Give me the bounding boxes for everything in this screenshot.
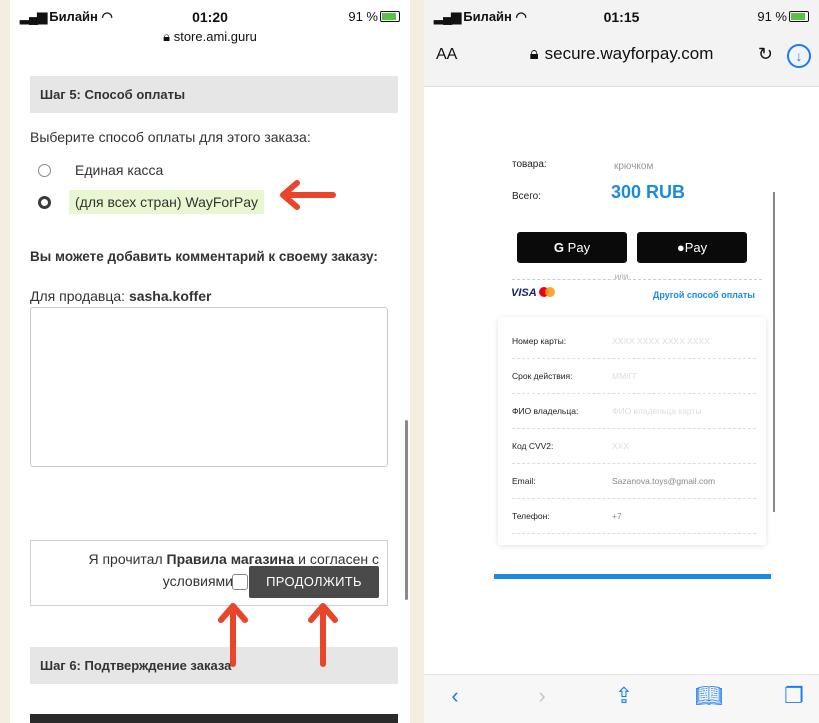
phone-field[interactable]: Телефон: +7: [512, 498, 756, 534]
scrollbar[interactable]: [405, 420, 408, 600]
payment-option-wayforpay[interactable]: (для всех стран) WayForPay: [38, 190, 264, 216]
field-label: Срок действия:: [512, 371, 573, 381]
seller-name: sasha.koffer: [128, 288, 212, 304]
bookmarks-icon[interactable]: 📖︎: [694, 683, 724, 709]
url-mini[interactable]: 🔒︎ store.ami.guru: [10, 29, 410, 45]
field-placeholder: XXXX XXXX XXXX XXXX: [612, 336, 710, 346]
gpay-label: Pay: [567, 240, 591, 255]
tabs-icon[interactable]: ❐: [779, 683, 809, 709]
expiry-field[interactable]: Срок действия: ММ/ГГ: [512, 358, 756, 394]
battery-percent: 91 %: [348, 9, 378, 24]
arrow-up-icon: [218, 603, 248, 667]
checkout-page: Шаг 5: Способ оплаты Выберите способ опл…: [10, 52, 410, 723]
radio-button-selected[interactable]: [38, 195, 51, 209]
seller-line: Для продавца: sasha.koffer: [30, 288, 211, 304]
apay-label: Pay: [684, 240, 708, 255]
field-label: Телефон:: [512, 511, 550, 521]
arrow-up-icon: [308, 603, 338, 667]
email-field[interactable]: Email: Sazanova.toys@gmail.com: [512, 463, 756, 499]
continue-button[interactable]: ПРОДОЛЖИТЬ: [249, 566, 379, 598]
bottom-bar: [30, 714, 398, 723]
field-value: +7: [612, 511, 622, 521]
lock-icon: 🔒︎: [529, 44, 539, 63]
total-amount: 300 RUB: [611, 182, 686, 202]
goods-label: товара:: [512, 159, 547, 170]
url-text: secure.wayforpay.com: [544, 44, 714, 63]
mastercard-icon: [538, 287, 559, 297]
field-placeholder: ММ/ГГ: [612, 371, 638, 381]
comment-prompt: Вы можете добавить комментарий к своему …: [30, 249, 378, 264]
agreement-box: Я прочитал Правила магазина и согласен с…: [30, 540, 388, 606]
field-placeholder: ФИО владельца карты: [612, 406, 702, 416]
browser-toolbar: ‹ › ⇪ 📖︎ ❐: [424, 674, 819, 723]
share-icon[interactable]: ⇪: [609, 683, 639, 709]
field-label: ФИО владельца:: [512, 406, 579, 416]
visa-text: VISA: [511, 287, 537, 299]
choose-payment-text: Выберите способ оплаты для этого заказа:: [30, 129, 311, 145]
apple-icon: ●: [676, 240, 685, 255]
field-label: Email:: [512, 476, 536, 486]
reload-icon[interactable]: ↻: [758, 44, 773, 65]
goods-value: крючком: [614, 161, 654, 172]
field-label: Номер карты:: [512, 336, 567, 346]
google-g-icon: G: [553, 240, 565, 255]
pay-button-strip[interactable]: [494, 574, 771, 579]
visa-logo: VISA: [511, 287, 559, 299]
battery-icon: [380, 11, 400, 22]
left-screenshot: ▂▄▆ Билайн ◠ 01:20 91 % 🔒︎ store.ami.guru…: [10, 0, 410, 723]
payment-option-label: (для всех стран) WayForPay: [69, 190, 264, 214]
cvv-field[interactable]: Код CVV2: XXX: [512, 428, 756, 464]
battery-icon: [789, 11, 809, 22]
download-icon[interactable]: ↓: [787, 44, 811, 68]
card-number-field[interactable]: Номер карты: XXXX XXXX XXXX XXXX: [512, 323, 756, 359]
agree-prefix: Я прочитал: [88, 551, 167, 567]
field-label: Код CVV2:: [512, 441, 554, 451]
arrow-left-icon: [280, 180, 336, 210]
payment-option-label: Единая касса: [75, 162, 164, 178]
lock-icon: 🔒︎: [163, 29, 171, 44]
payment-page: товара: крючком Всего: 300 RUB G Pay ●Pa…: [424, 87, 819, 675]
radio-button[interactable]: [38, 163, 51, 177]
or-text: или: [614, 272, 629, 281]
step5-header: Шаг 5: Способ оплаты: [30, 76, 398, 113]
field-value: Sazanova.toys@gmail.com: [612, 476, 716, 486]
card-form: Номер карты: XXXX XXXX XXXX XXXX Срок де…: [498, 317, 766, 545]
url-text: store.ami.guru: [173, 29, 257, 44]
agree-checkbox[interactable]: [232, 574, 248, 590]
other-payment-method-link[interactable]: Другой способ оплаты: [653, 290, 755, 300]
seller-label: Для продавца:: [30, 288, 129, 304]
cardholder-field[interactable]: ФИО владельца: ФИО владельца карты: [512, 393, 756, 429]
apple-pay-button[interactable]: ●Pay: [637, 232, 747, 263]
address-bar[interactable]: AA 🔒︎ secure.wayforpay.com ↻ ↓: [424, 28, 819, 87]
battery-percent: 91 %: [757, 9, 787, 24]
total-label: Всего:: [512, 191, 541, 202]
payment-option-cash[interactable]: Единая касса: [38, 158, 169, 184]
status-bar: ▂▄▆ Билайн ◠ 01:20 91 %: [10, 0, 410, 28]
rules-link[interactable]: Правила магазина: [167, 551, 295, 567]
google-pay-button[interactable]: G Pay: [517, 232, 627, 263]
comment-textarea[interactable]: [30, 307, 388, 467]
forward-icon[interactable]: ›: [527, 683, 557, 709]
status-bar: ▂▄▆ Билайн ◠ 01:15 91 %: [424, 0, 819, 28]
scrollbar[interactable]: [773, 192, 775, 512]
back-icon[interactable]: ‹: [440, 683, 470, 709]
step6-header: Шаг 6: Подтверждение заказа: [30, 647, 398, 684]
right-screenshot: ▂▄▆ Билайн ◠ 01:15 91 % AA 🔒︎ secure.wayfo…: [424, 0, 819, 723]
field-placeholder: XXX: [612, 441, 630, 451]
